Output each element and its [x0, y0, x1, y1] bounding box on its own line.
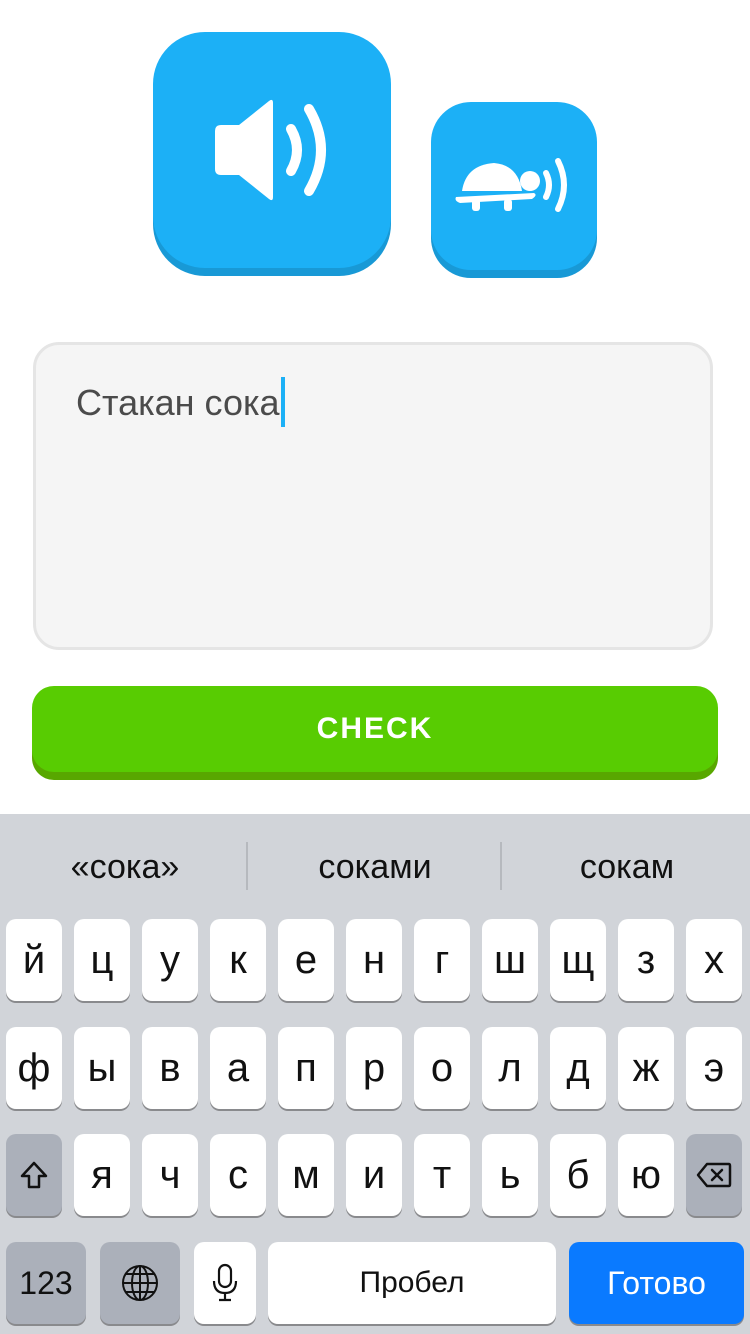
key[interactable]: г — [414, 919, 470, 1001]
key[interactable]: ы — [74, 1027, 130, 1109]
backspace-icon — [696, 1162, 732, 1188]
space-key[interactable]: Пробел — [268, 1242, 556, 1324]
key[interactable]: д — [550, 1027, 606, 1109]
key[interactable]: я — [74, 1134, 130, 1216]
answer-text: Стакан сока — [76, 377, 285, 427]
key[interactable]: о — [414, 1027, 470, 1109]
backspace-key[interactable] — [686, 1134, 742, 1216]
key[interactable]: и — [346, 1134, 402, 1216]
key[interactable]: т — [414, 1134, 470, 1216]
key[interactable]: ф — [6, 1027, 62, 1109]
keyboard: «сока» соками сокам й ц у к е н г ш щ з … — [0, 814, 750, 1334]
key[interactable]: п — [278, 1027, 334, 1109]
key[interactable]: м — [278, 1134, 334, 1216]
key[interactable]: ц — [74, 919, 130, 1001]
key[interactable]: щ — [550, 919, 606, 1001]
key[interactable]: р — [346, 1027, 402, 1109]
key[interactable]: б — [550, 1134, 606, 1216]
suggestion-divider — [246, 842, 248, 890]
key[interactable]: ш — [482, 919, 538, 1001]
globe-icon — [122, 1265, 158, 1301]
key[interactable]: ю — [618, 1134, 674, 1216]
shift-icon — [20, 1161, 48, 1189]
key[interactable]: х — [686, 919, 742, 1001]
play-slow-audio-button[interactable] — [431, 102, 597, 270]
suggestion-bar: «сока» соками сокам — [0, 814, 750, 920]
key[interactable]: е — [278, 919, 334, 1001]
key[interactable]: с — [210, 1134, 266, 1216]
key[interactable]: э — [686, 1027, 742, 1109]
key[interactable]: ч — [142, 1134, 198, 1216]
microphone-key[interactable] — [194, 1242, 256, 1324]
check-button[interactable]: CHECK — [32, 686, 718, 772]
done-key[interactable]: Готово — [569, 1242, 744, 1324]
speaker-icon — [215, 99, 326, 201]
suggestion-2[interactable]: соками — [250, 814, 500, 920]
suggestion-1[interactable]: «сока» — [0, 814, 250, 920]
key[interactable]: у — [142, 919, 198, 1001]
numbers-key[interactable]: 123 — [6, 1242, 86, 1324]
key[interactable]: ь — [482, 1134, 538, 1216]
shift-key[interactable] — [6, 1134, 62, 1216]
key[interactable]: к — [210, 919, 266, 1001]
turtle-speaker-icon — [455, 158, 567, 212]
key[interactable]: а — [210, 1027, 266, 1109]
play-audio-button[interactable] — [153, 32, 391, 268]
suggestion-3[interactable]: сокам — [502, 814, 750, 920]
key[interactable]: ж — [618, 1027, 674, 1109]
globe-key[interactable] — [100, 1242, 180, 1324]
key[interactable]: л — [482, 1027, 538, 1109]
microphone-icon — [212, 1263, 238, 1302]
answer-textarea[interactable]: Стакан сока — [33, 342, 713, 650]
text-caret — [280, 377, 285, 427]
key[interactable]: з — [618, 919, 674, 1001]
key[interactable]: в — [142, 1027, 198, 1109]
key[interactable]: н — [346, 919, 402, 1001]
key[interactable]: й — [6, 919, 62, 1001]
